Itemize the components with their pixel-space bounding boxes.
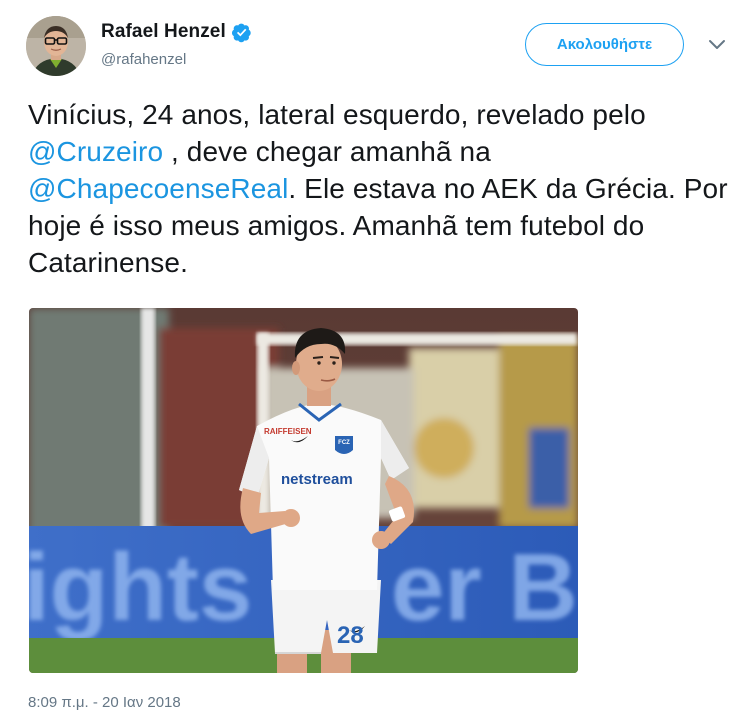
avatar[interactable] [26, 16, 86, 76]
club-crest-text: FCZ [338, 440, 350, 446]
tweet-text-segment: Vinícius, 24 anos, lateral esquerdo, rev… [28, 99, 646, 130]
mention-link[interactable]: @ChapecoenseReal [28, 173, 288, 204]
verified-badge-icon [231, 22, 252, 43]
tweet-timestamp[interactable]: 8:09 π.μ. - 20 Ιαν 2018 [28, 694, 181, 711]
tweet-card: Rafael Henzel @rafahenzel Ακολουθήστε Vi… [0, 0, 735, 726]
author-display-name[interactable]: Rafael Henzel [101, 21, 226, 43]
shorts-number-text: 28 [337, 622, 364, 649]
jersey-brand-text: netstream [281, 471, 353, 488]
author-block[interactable]: Rafael Henzel @rafahenzel [101, 18, 252, 68]
author-handle[interactable]: @rafahenzel [101, 51, 252, 68]
tweet-text: Vinícius, 24 anos, lateral esquerdo, rev… [28, 96, 728, 281]
mention-link[interactable]: @Cruzeiro [28, 136, 163, 167]
tweet-text-segment: , deve chegar amanhã na [163, 136, 491, 167]
jersey-sponsor-text: RAIFFEISEN [264, 427, 312, 436]
chevron-down-icon[interactable] [708, 38, 726, 50]
display-name-row: Rafael Henzel [101, 18, 252, 46]
tweet-media-photo[interactable]: ights in er Bl [29, 308, 578, 673]
follow-button[interactable]: Ακολουθήστε [525, 23, 684, 66]
